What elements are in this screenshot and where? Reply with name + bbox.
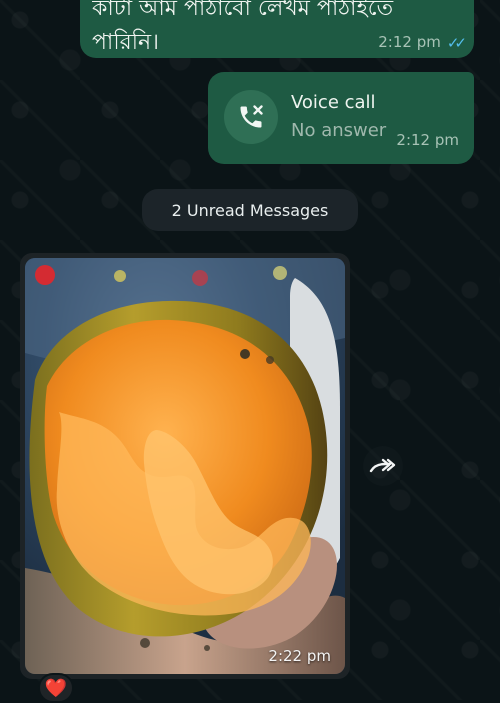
mango-photo[interactable]: 2:22 pm <box>25 258 345 674</box>
forward-glyph <box>369 458 396 473</box>
reaction-badge[interactable]: ❤️ <box>38 673 74 703</box>
call-status: No answer <box>291 120 387 141</box>
phone-missed-call-icon <box>224 90 278 144</box>
outgoing-text-message[interactable]: কাটা আম পাঠাবো লেখম পাঠাইতে পারিনি। 2:12… <box>80 0 474 58</box>
voice-call-message[interactable]: Voice call No answer 2:12 pm <box>208 72 474 164</box>
mango-image <box>25 258 345 674</box>
message-time: 2:12 pm <box>378 33 441 51</box>
call-meta: 2:12 pm <box>396 131 459 149</box>
double-check-icon: ✓✓ <box>446 34 467 52</box>
image-time: 2:22 pm <box>268 647 331 665</box>
unread-messages-separator: 2 Unread Messages <box>142 189 358 231</box>
phone-icon <box>240 105 263 128</box>
call-title: Voice call <box>291 92 376 113</box>
message-line-1: কাটা আম পাঠাবো লেখম পাঠাইতে <box>92 0 394 21</box>
message-line-2: পারিনি। <box>92 30 160 55</box>
message-meta: 2:12 pm ✓✓ <box>378 33 467 52</box>
call-time: 2:12 pm <box>396 131 459 149</box>
incoming-image-message[interactable]: 2:22 pm <box>20 253 350 679</box>
message-text: কাটা আম পাঠাবো লেখম পাঠাইতে পারিনি। <box>92 0 456 60</box>
forward-arrow-icon[interactable] <box>363 446 403 486</box>
